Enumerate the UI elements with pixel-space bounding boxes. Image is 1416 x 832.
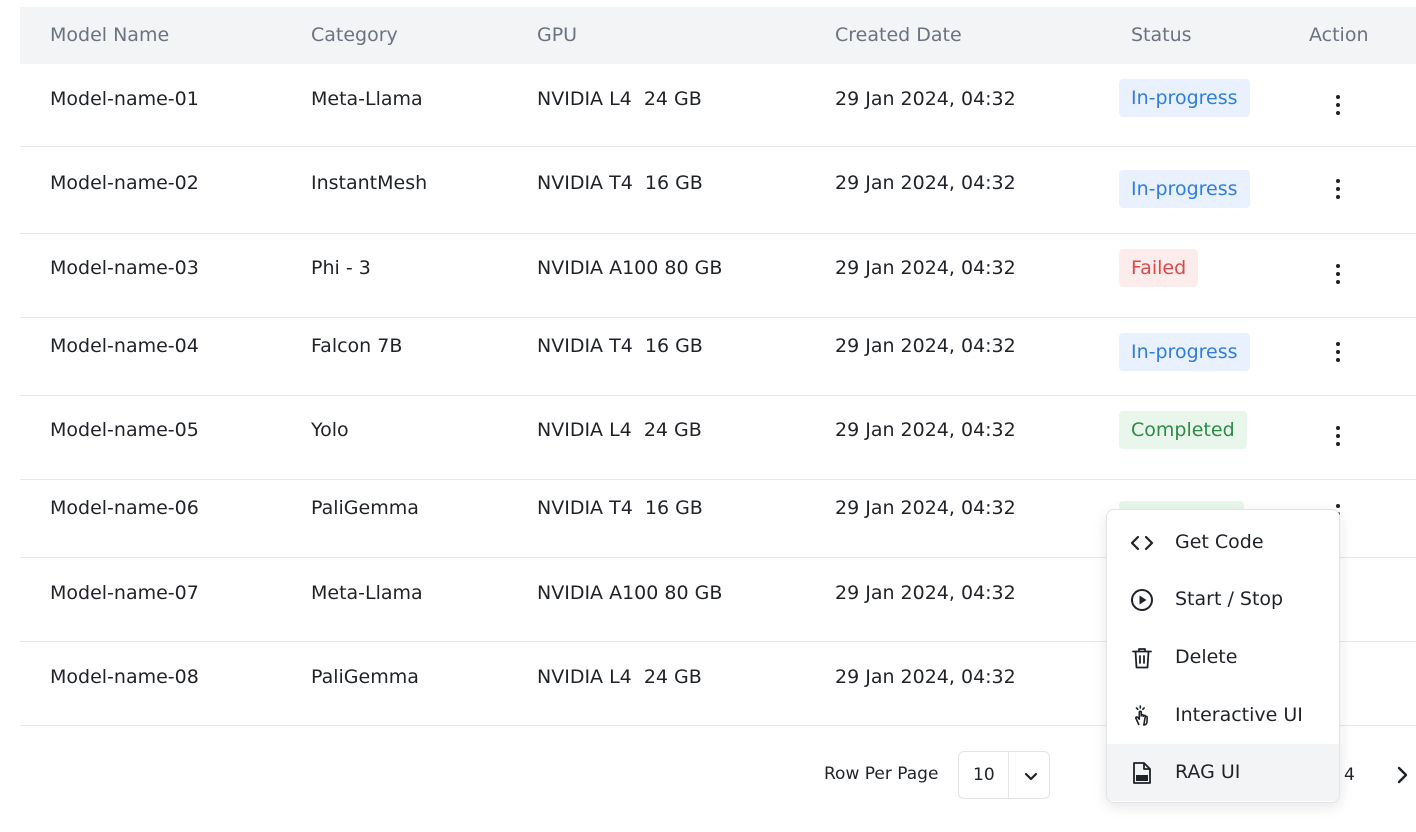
created-date-cell: 29 Jan 2024, 04:32 [835, 335, 1016, 357]
gpu-cell: NVIDIA A100 80 GB [537, 582, 723, 604]
page-number[interactable]: 4 [1344, 765, 1355, 785]
category-cell: Yolo [311, 419, 349, 441]
select-divider [1008, 752, 1009, 798]
gpu-cell: NVIDIA A100 80 GB [537, 257, 723, 279]
created-date-cell: 29 Jan 2024, 04:32 [835, 419, 1016, 441]
rag-file-icon [1133, 762, 1151, 784]
model-name-cell: Model-name-06 [50, 497, 199, 519]
play-circle-icon [1131, 589, 1153, 611]
created-date-cell: 29 Jan 2024, 04:32 [835, 88, 1016, 110]
model-name-cell: Model-name-04 [50, 335, 199, 357]
more-vertical-icon[interactable] [1328, 177, 1348, 201]
created-date-cell: 29 Jan 2024, 04:32 [835, 497, 1016, 519]
category-cell: Phi - 3 [311, 257, 371, 279]
menu-item-label: RAG UI [1175, 761, 1241, 783]
menu-item-label: Interactive UI [1175, 704, 1303, 726]
model-name-cell: Model-name-03 [50, 257, 199, 279]
header-action: Action [1309, 24, 1369, 46]
model-name-cell: Model-name-05 [50, 419, 199, 441]
gpu-cell: NVIDIA L4 24 GB [537, 666, 702, 688]
menu-item-start-stop[interactable]: Start / Stop [1107, 571, 1339, 628]
category-cell: Falcon 7B [311, 335, 403, 357]
menu-item-get-code[interactable]: Get Code [1107, 514, 1339, 571]
more-vertical-icon[interactable] [1328, 424, 1348, 448]
header-gpu: GPU [537, 24, 578, 46]
category-cell: Meta-Llama [311, 582, 423, 604]
model-name-cell: Model-name-07 [50, 582, 199, 604]
menu-item-interactive-ui[interactable]: Interactive UI [1107, 687, 1339, 744]
created-date-cell: 29 Jan 2024, 04:32 [835, 666, 1016, 688]
status-badge: In-progress [1119, 79, 1250, 117]
header-status: Status [1131, 24, 1192, 46]
menu-item-label: Get Code [1175, 531, 1264, 553]
action-menu: Get Code Start / Stop Delete Interactive… [1106, 509, 1340, 803]
menu-item-rag-ui[interactable]: RAG UI [1107, 744, 1339, 801]
header-created-date: Created Date [835, 24, 962, 46]
model-name-cell: Model-name-01 [50, 88, 199, 110]
gpu-cell: NVIDIA L4 24 GB [537, 88, 702, 110]
gpu-cell: NVIDIA T4 16 GB [537, 497, 703, 519]
category-cell: PaliGemma [311, 497, 419, 519]
trash-icon [1132, 648, 1152, 669]
chevron-down-icon[interactable] [1021, 766, 1041, 786]
table-header: Model Name Category GPU Created Date Sta… [20, 7, 1416, 64]
gpu-cell: NVIDIA L4 24 GB [537, 419, 702, 441]
gpu-cell: NVIDIA T4 16 GB [537, 172, 703, 194]
category-cell: Meta-Llama [311, 88, 423, 110]
created-date-cell: 29 Jan 2024, 04:32 [835, 172, 1016, 194]
menu-item-label: Start / Stop [1175, 588, 1284, 610]
more-vertical-icon[interactable] [1328, 340, 1348, 364]
row-per-page-select[interactable]: 10 [958, 751, 1050, 799]
hand-pointer-icon [1135, 705, 1148, 726]
chevron-right-icon[interactable] [1392, 764, 1412, 786]
menu-item-delete[interactable]: Delete [1107, 629, 1339, 686]
category-cell: PaliGemma [311, 666, 419, 688]
header-category: Category [311, 24, 398, 46]
row-per-page-value: 10 [973, 765, 995, 785]
created-date-cell: 29 Jan 2024, 04:32 [835, 582, 1016, 604]
row-per-page-label: Row Per Page [824, 764, 939, 784]
category-cell: InstantMesh [311, 172, 428, 194]
status-badge: Completed [1119, 411, 1247, 449]
more-vertical-icon[interactable] [1328, 262, 1348, 286]
header-model-name: Model Name [50, 24, 170, 46]
status-badge: In-progress [1119, 170, 1250, 208]
gpu-cell: NVIDIA T4 16 GB [537, 335, 703, 357]
status-badge: Failed [1119, 249, 1199, 287]
model-name-cell: Model-name-08 [50, 666, 199, 688]
more-vertical-icon[interactable] [1328, 93, 1348, 117]
model-name-cell: Model-name-02 [50, 172, 199, 194]
code-icon [1130, 535, 1154, 551]
menu-item-label: Delete [1175, 646, 1238, 668]
status-badge: In-progress [1119, 333, 1250, 371]
created-date-cell: 29 Jan 2024, 04:32 [835, 257, 1016, 279]
